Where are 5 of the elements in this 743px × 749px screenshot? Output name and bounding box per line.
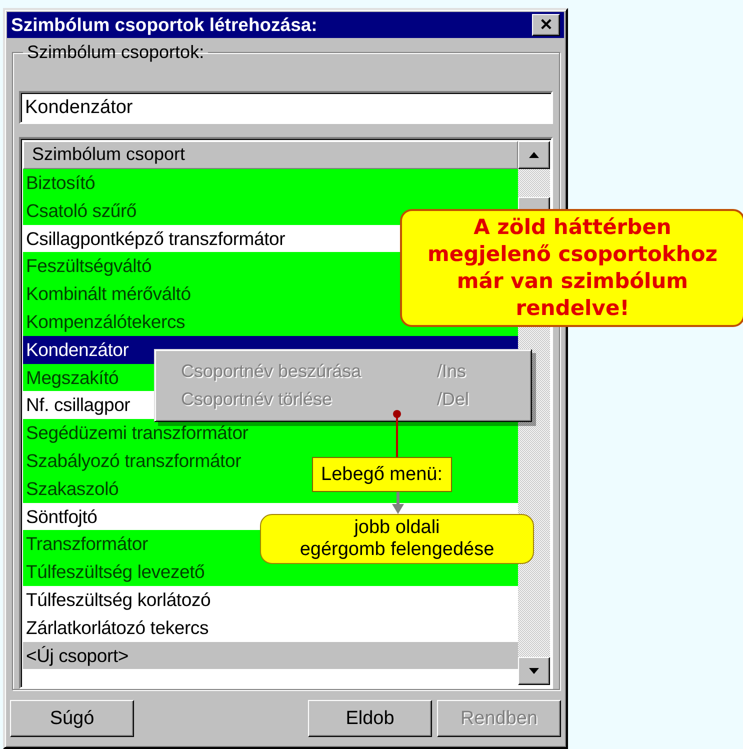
window-title: Szimbólum csoportok létrehozása: xyxy=(11,14,318,36)
group-label: Szimbólum csoportok: xyxy=(26,42,206,63)
hint-tooltip: jobb oldali egérgomb felengedése xyxy=(260,514,534,564)
label-tooltip: Lebegő menü: xyxy=(312,457,452,492)
note-tooltip: A zöld háttérben megjelenő csoportokhoz már van szimbólum rendelve! xyxy=(400,209,743,327)
